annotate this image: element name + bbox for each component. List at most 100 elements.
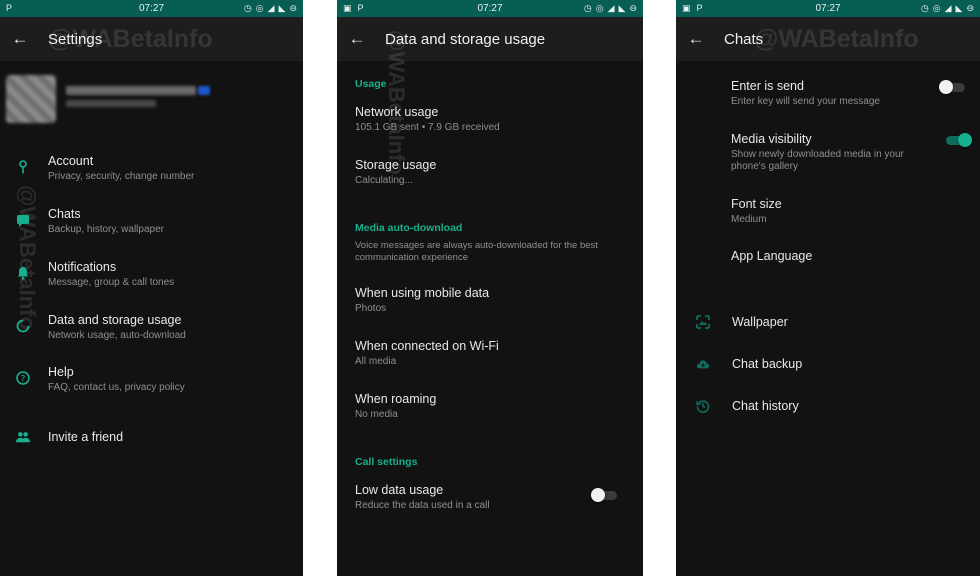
- chat-backup-item[interactable]: Chat backup: [676, 355, 980, 381]
- item-title: When using mobile data: [355, 286, 490, 300]
- watermark: @WABetaInfo: [754, 25, 919, 53]
- hotspot-icon: ◎: [595, 3, 604, 13]
- hotspot-icon: ◎: [255, 3, 264, 13]
- toggle-thumb: [939, 80, 953, 94]
- item-title: Notifications: [48, 260, 117, 274]
- item-subtitle: All media: [355, 356, 397, 367]
- hotspot-icon: ◎: [932, 3, 941, 13]
- item-title: Account: [48, 154, 94, 168]
- bell-icon: [16, 266, 30, 280]
- data-usage-icon: [16, 319, 30, 333]
- storage-usage-item[interactable]: Storage usage Calculating...: [337, 157, 643, 201]
- status-time: 07:27: [815, 3, 841, 14]
- mobile-data-item[interactable]: When using mobile data Photos: [337, 285, 643, 329]
- profile-badge-blurred: [198, 86, 210, 95]
- page-title: Data and storage usage: [385, 30, 546, 48]
- item-title: Media visibility: [731, 132, 812, 146]
- chat-icon: [16, 213, 30, 227]
- settings-item-help[interactable]: ? Help FAQ, contact us, privacy policy: [0, 363, 303, 409]
- item-subtitle: Reduce the data used in a call: [355, 500, 490, 511]
- key-icon: [16, 160, 30, 174]
- alarm-icon: ◷: [243, 3, 252, 13]
- chat-history-item[interactable]: Chat history: [676, 397, 980, 423]
- item-subtitle: Enter key will send your message: [731, 96, 880, 107]
- settings-item-invite[interactable]: Invite a friend: [0, 428, 303, 458]
- signal-icon: ◣: [618, 3, 626, 13]
- item-title: When connected on Wi-Fi: [355, 339, 499, 353]
- back-arrow-icon[interactable]: ←: [0, 17, 40, 61]
- item-title: Data and storage usage: [48, 313, 182, 327]
- signal-icon: ◣: [955, 3, 963, 13]
- battery-icon: ⊖: [629, 3, 637, 13]
- item-subtitle: Photos: [355, 303, 387, 314]
- low-data-toggle[interactable]: [591, 488, 617, 502]
- settings-item-chats[interactable]: Chats Backup, history, wallpaper: [0, 205, 303, 251]
- status-time: 07:27: [477, 3, 503, 14]
- low-data-usage-item[interactable]: Low data usage Reduce the data used in a…: [337, 482, 643, 526]
- app-language-item[interactable]: App Language: [676, 248, 980, 274]
- avatar[interactable]: [6, 75, 56, 123]
- wifi-icon: ◢: [267, 3, 275, 13]
- status-bar: ▣ P 07:27 ◷ ◎ ◢ ◣ ⊖: [676, 0, 980, 17]
- battery-icon: ⊖: [289, 3, 297, 13]
- item-subtitle: Calculating...: [355, 175, 413, 186]
- item-title: Invite a friend: [48, 430, 124, 444]
- section-header-media: Media auto-download: [355, 222, 463, 234]
- history-icon: [696, 399, 710, 413]
- parking-icon: P: [696, 3, 703, 13]
- item-title: Chat backup: [732, 357, 803, 371]
- item-title: Enter is send: [731, 79, 804, 93]
- item-title: Low data usage: [355, 483, 444, 497]
- cloud-backup-icon: [696, 357, 710, 371]
- parking-icon: P: [357, 3, 364, 13]
- item-subtitle: Show newly downloaded media in your phon…: [731, 149, 904, 172]
- battery-icon: ⊖: [966, 3, 974, 13]
- wallpaper-item[interactable]: Wallpaper: [676, 313, 980, 339]
- wallpaper-icon: [696, 315, 710, 329]
- profile-name-blurred: [66, 86, 196, 95]
- section-header-call: Call settings: [355, 456, 418, 468]
- item-subtitle: Medium: [731, 214, 767, 225]
- settings-item-notifications[interactable]: Notifications Message, group & call tone…: [0, 258, 303, 304]
- svg-text:?: ?: [21, 375, 26, 385]
- item-subtitle: Backup, history, wallpaper: [48, 224, 164, 235]
- settings-item-data-storage[interactable]: Data and storage usage Network usage, au…: [0, 311, 303, 357]
- media-visibility-item[interactable]: Media visibility Show newly downloaded m…: [676, 131, 980, 187]
- help-icon: ?: [16, 371, 30, 385]
- item-subtitle: FAQ, contact us, privacy policy: [48, 382, 185, 393]
- roaming-item[interactable]: When roaming No media: [337, 391, 643, 435]
- section-header-usage: Usage: [355, 78, 387, 90]
- status-time: 07:27: [138, 3, 165, 14]
- font-size-item[interactable]: Font size Medium: [676, 196, 980, 236]
- item-subtitle: 105.1 GB sent • 7.9 GB received: [355, 122, 500, 133]
- item-title: When roaming: [355, 392, 437, 406]
- page-title: Chats: [724, 30, 764, 48]
- item-title: App Language: [731, 249, 813, 263]
- settings-screen: P 07:27 ◷ ◎ ◢ ◣ ⊖ ← Settings @WABetaInfo…: [0, 0, 303, 576]
- toggle-thumb: [591, 488, 605, 502]
- enter-is-send-toggle[interactable]: [939, 80, 965, 94]
- back-arrow-icon[interactable]: ←: [337, 17, 377, 61]
- item-subtitle: No media: [355, 409, 398, 420]
- notification-icon: ▣: [343, 3, 352, 13]
- settings-item-account[interactable]: Account Privacy, security, change number: [0, 152, 303, 198]
- item-title: Help: [48, 365, 74, 379]
- toolbar: ← Data and storage usage: [337, 17, 643, 61]
- item-title: Font size: [731, 197, 782, 211]
- back-arrow-icon[interactable]: ←: [676, 17, 716, 61]
- enter-is-send-item[interactable]: Enter is send Enter key will send your m…: [676, 78, 980, 122]
- item-title: Chats: [48, 207, 81, 221]
- people-icon: [16, 430, 30, 444]
- item-title: Storage usage: [355, 158, 437, 172]
- media-visibility-toggle[interactable]: [946, 133, 972, 147]
- data-storage-screen: ▣ P 07:27 ◷ ◎ ◢ ◣ ⊖ ← Data and storage u…: [337, 0, 643, 576]
- toolbar: ← Chats @WABetaInfo: [676, 17, 980, 61]
- wifi-icon: ◢: [607, 3, 615, 13]
- status-bar: P 07:27 ◷ ◎ ◢ ◣ ⊖: [0, 0, 303, 17]
- network-usage-item[interactable]: Network usage 105.1 GB sent • 7.9 GB rec…: [337, 104, 643, 148]
- chats-screen: ▣ P 07:27 ◷ ◎ ◢ ◣ ⊖ ← Chats @WABetaInfo …: [676, 0, 980, 576]
- wifi-item[interactable]: When connected on Wi-Fi All media: [337, 338, 643, 382]
- wifi-icon: ◢: [944, 3, 952, 13]
- item-subtitle: Network usage, auto-download: [48, 330, 186, 341]
- item-title: Network usage: [355, 105, 439, 119]
